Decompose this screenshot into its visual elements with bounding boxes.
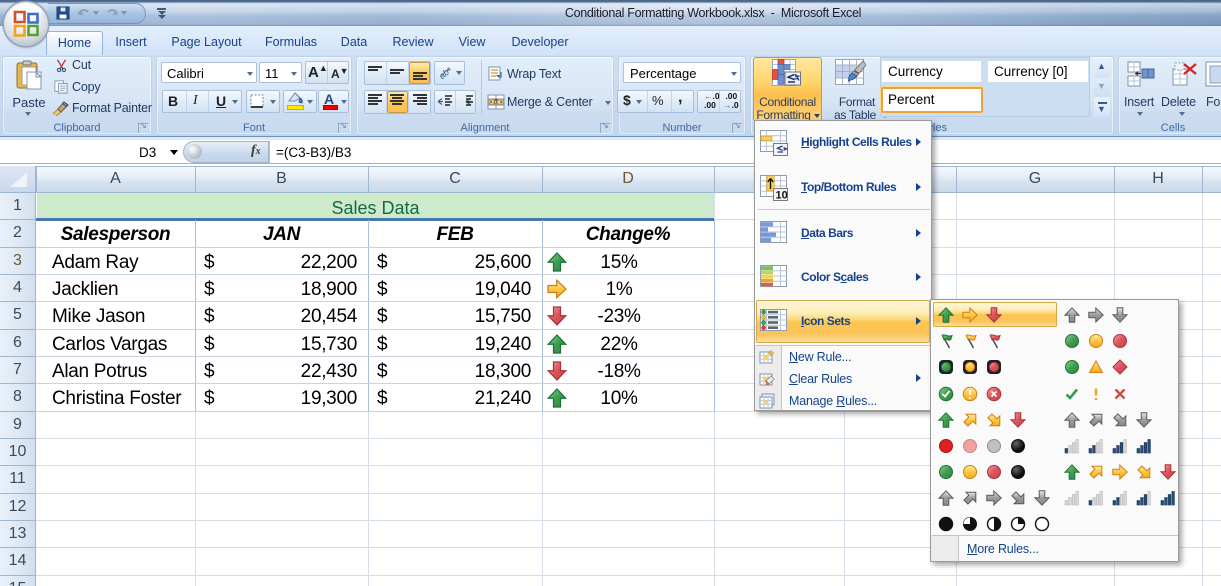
svg-text:10: 10 <box>776 190 788 202</box>
svg-text:a: a <box>494 97 499 106</box>
